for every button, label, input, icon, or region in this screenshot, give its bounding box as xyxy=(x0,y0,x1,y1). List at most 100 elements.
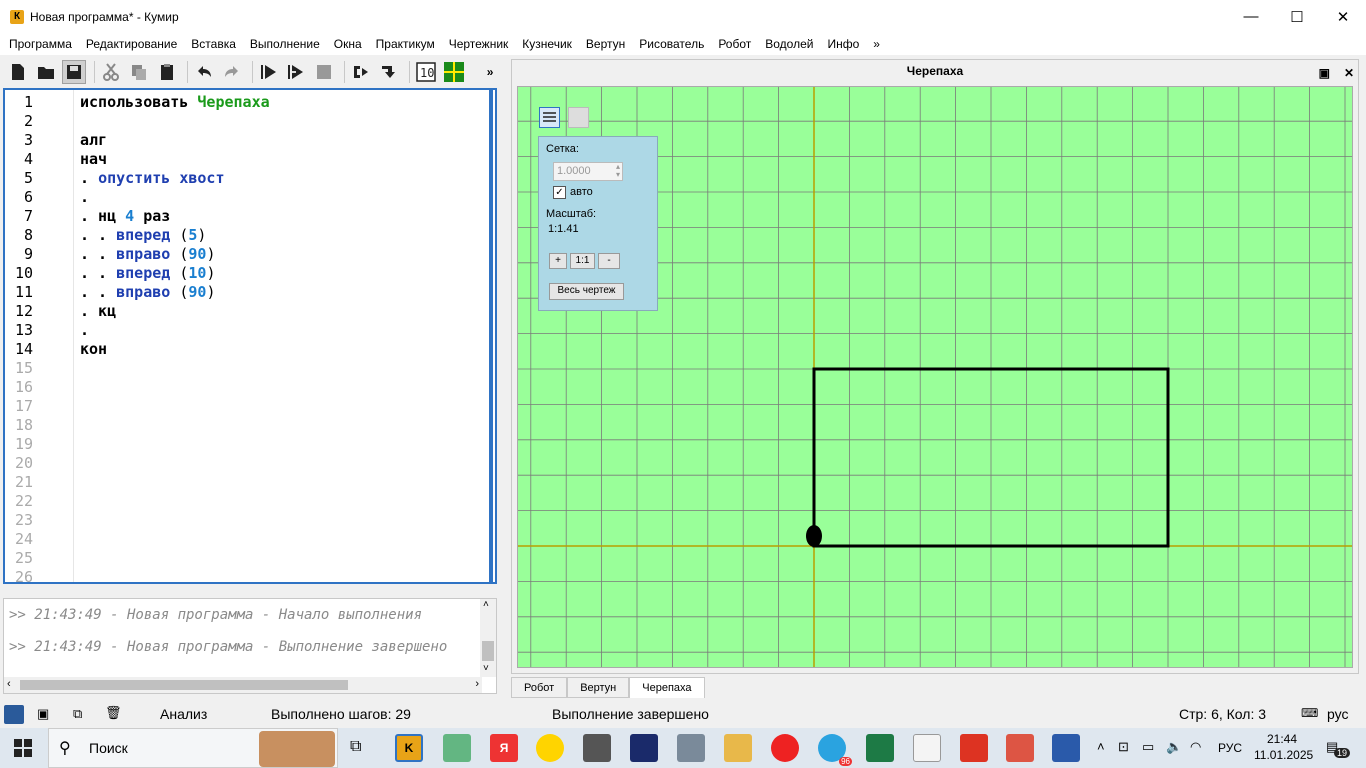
powerpoint-icon[interactable] xyxy=(1006,734,1034,762)
calculator-icon[interactable] xyxy=(677,734,705,762)
code-line[interactable]: . опустить хвост xyxy=(80,169,225,188)
tray-language[interactable]: РУС xyxy=(1218,741,1242,755)
yandex-music-icon[interactable] xyxy=(536,734,564,762)
tray-wifi-icon[interactable]: ◠ xyxy=(1190,739,1201,755)
menu-toggle-icon[interactable] xyxy=(539,107,560,128)
code-line[interactable]: алг xyxy=(80,131,107,150)
paste-icon[interactable] xyxy=(155,60,179,84)
console-horizontal-scrollbar[interactable]: ‹ › xyxy=(4,677,482,693)
new-file-icon[interactable] xyxy=(6,60,30,84)
scanner-app-icon[interactable] xyxy=(443,734,471,762)
code-line[interactable]: кон xyxy=(80,340,107,359)
menu-vertun[interactable]: Вертун xyxy=(579,37,632,51)
scroll-left-icon[interactable]: ‹ xyxy=(7,678,11,690)
grid-icon[interactable] xyxy=(442,60,466,84)
close-button[interactable]: ✕ xyxy=(1320,0,1366,33)
tab-robot[interactable]: Робот xyxy=(511,677,568,698)
maximize-button[interactable]: ☐ xyxy=(1274,0,1320,33)
copy-icon[interactable] xyxy=(127,60,151,84)
cut-icon[interactable] xyxy=(99,60,123,84)
save-icon[interactable] xyxy=(61,60,86,84)
menu-robot[interactable]: Робот xyxy=(711,37,758,51)
console-vertical-scrollbar[interactable]: ˄ ˅ xyxy=(480,599,496,677)
panel-toggle-icon[interactable] xyxy=(568,107,589,128)
auto-checkbox[interactable]: ✓ xyxy=(553,186,566,199)
tab-turtle[interactable]: Черепаха xyxy=(629,677,705,698)
menu-water[interactable]: Водолей xyxy=(758,37,820,51)
file-explorer-icon[interactable] xyxy=(724,734,752,762)
step-over-icon[interactable] xyxy=(349,60,373,84)
code-line[interactable]: . xyxy=(80,188,89,207)
menu-more[interactable]: » xyxy=(866,37,887,51)
code-line[interactable]: использовать Черепаха xyxy=(80,93,270,112)
word-icon[interactable] xyxy=(1052,734,1080,762)
excel-icon[interactable] xyxy=(866,734,894,762)
redo-icon[interactable] xyxy=(220,60,244,84)
code-line[interactable]: . . вперед (10) xyxy=(80,264,215,283)
clear-log-icon[interactable]: 🗑 xyxy=(105,705,122,721)
save-log-icon[interactable]: ▣ xyxy=(37,706,49,722)
open-folder-icon[interactable] xyxy=(34,60,58,84)
code-line[interactable]: . . вперед (5) xyxy=(80,226,206,245)
code-line[interactable]: . нц 4 раз xyxy=(80,207,170,226)
close-panel-icon[interactable]: ✕ xyxy=(1344,66,1354,80)
kumir-taskbar-icon[interactable]: K xyxy=(395,734,423,762)
copy-log-icon[interactable]: ⧉ xyxy=(73,706,82,722)
code-line[interactable]: . кц xyxy=(80,302,116,321)
scroll-down-icon[interactable]: ˅ xyxy=(483,663,489,674)
undock-icon[interactable]: ▣ xyxy=(1319,66,1330,80)
opera-browser-icon[interactable] xyxy=(771,734,799,762)
code-line[interactable]: . xyxy=(80,321,89,340)
tray-date[interactable]: 11.01.2025 xyxy=(1254,748,1313,762)
menu-run[interactable]: Выполнение xyxy=(243,37,327,51)
code-line[interactable]: нач xyxy=(80,150,107,169)
windows-start-icon[interactable] xyxy=(14,739,32,757)
step-into-icon[interactable] xyxy=(377,60,401,84)
menu-windows[interactable]: Окна xyxy=(327,37,369,51)
code-area[interactable]: использовать Черепаха алг нач. опустить хв… xyxy=(73,90,495,582)
undo-icon[interactable] xyxy=(192,60,216,84)
telegram-icon[interactable]: 96 xyxy=(818,734,852,766)
menu-program[interactable]: Программа xyxy=(2,37,79,51)
terminal-icon[interactable] xyxy=(4,705,24,724)
scroll-up-icon[interactable]: ˄ xyxy=(483,599,489,610)
spin-arrows-icon[interactable]: ▴ ▾ xyxy=(616,163,620,179)
search-box[interactable]: ⚲ Поиск xyxy=(48,728,338,768)
menu-grasshopper[interactable]: Кузнечик xyxy=(515,37,579,51)
menu-edit[interactable]: Редактирование xyxy=(79,37,184,51)
tray-chevron-icon[interactable]: ˄ xyxy=(1097,739,1105,754)
scroll-thumb[interactable] xyxy=(482,641,494,661)
menu-practicum[interactable]: Практикум xyxy=(369,37,442,51)
tray-volume-icon[interactable]: 🔈 xyxy=(1166,739,1182,755)
zoom-out-button[interactable]: - xyxy=(598,253,620,269)
game-app-icon[interactable] xyxy=(583,734,611,762)
code-line[interactable]: . . вправо (90) xyxy=(80,245,215,264)
task-view-icon[interactable]: ⧉ xyxy=(350,738,361,756)
zoom-in-button[interactable]: + xyxy=(549,253,567,269)
stop-icon[interactable] xyxy=(312,60,336,84)
menu-insert[interactable]: Вставка xyxy=(184,37,243,51)
run-steps-icon[interactable] xyxy=(285,60,309,84)
tray-network-icon[interactable]: ⊡ xyxy=(1118,739,1129,755)
tab-vertun[interactable]: Вертун xyxy=(567,677,630,698)
grid-spinbox[interactable]: 1.0000 ▴ ▾ xyxy=(553,162,623,181)
scroll-right-icon[interactable]: › xyxy=(475,678,479,690)
vpn-app-icon[interactable] xyxy=(630,734,658,762)
tray-battery-icon[interactable]: ▭ xyxy=(1142,739,1154,755)
abc-app-icon[interactable] xyxy=(913,734,941,762)
toolbar-overflow[interactable]: » xyxy=(478,60,502,84)
numbers-icon[interactable]: 10 xyxy=(414,60,438,84)
menu-drafter[interactable]: Чертежник xyxy=(442,37,516,51)
tray-time[interactable]: 21:44 xyxy=(1267,732,1297,746)
minimize-button[interactable]: — xyxy=(1228,0,1274,33)
run-icon[interactable] xyxy=(257,60,281,84)
yandex-browser-icon[interactable]: Я xyxy=(490,734,518,762)
scroll-thumb[interactable] xyxy=(20,680,348,690)
editor-scrollbar[interactable] xyxy=(489,90,493,582)
zoom-reset-button[interactable]: 1:1 xyxy=(570,253,595,269)
code-line[interactable]: . . вправо (90) xyxy=(80,283,215,302)
fit-all-button[interactable]: Весь чертеж xyxy=(549,283,624,300)
code-editor[interactable]: 1 2 3 4 5 6 7 8 9 10 11 12 13 14 15 16 17 18 19 20 21 22 23 24 2… xyxy=(3,88,497,584)
pdf-reader-icon[interactable] xyxy=(960,734,988,762)
menu-info[interactable]: Инфо xyxy=(820,37,866,51)
